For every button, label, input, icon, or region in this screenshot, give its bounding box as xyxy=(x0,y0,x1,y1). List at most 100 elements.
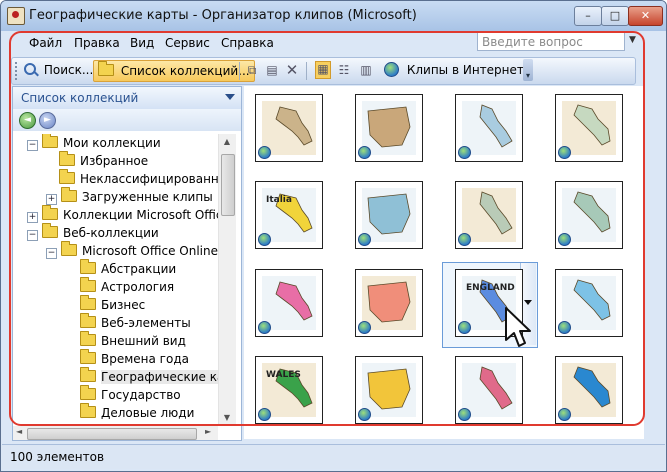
tree-item-label: Времена года xyxy=(101,352,189,366)
menu-file[interactable]: Файл xyxy=(29,36,62,50)
tree-item-label: Microsoft Office Online xyxy=(82,244,218,258)
map-clipart-icon xyxy=(362,101,416,155)
map-clipart-icon xyxy=(462,363,516,417)
close-button[interactable]: ✕ xyxy=(628,6,663,26)
thumbnails-view-icon[interactable]: ▦ xyxy=(315,61,331,79)
clip-thumbnail[interactable] xyxy=(355,269,423,337)
clip-thumbnail[interactable] xyxy=(455,181,523,249)
tree-item-label: Абстракции xyxy=(101,262,177,276)
map-clipart-icon xyxy=(262,101,316,155)
online-clip-globe-icon xyxy=(258,408,271,421)
collapse-icon[interactable]: − xyxy=(27,140,38,151)
expand-icon[interactable]: + xyxy=(27,212,38,223)
folder-icon xyxy=(42,223,58,238)
online-clip-globe-icon xyxy=(358,321,371,334)
map-clipart-icon xyxy=(362,276,416,330)
clip-thumbnail[interactable] xyxy=(555,269,623,337)
clip-thumbnail[interactable] xyxy=(455,356,523,424)
tree-item-label: Внешний вид xyxy=(101,334,186,348)
menu-edit[interactable]: Правка xyxy=(74,36,120,50)
tree-item[interactable]: Астрология xyxy=(80,277,175,296)
clip-thumbnail[interactable] xyxy=(355,181,423,249)
delete-icon[interactable]: ✕ xyxy=(285,63,299,78)
scroll-thumb[interactable] xyxy=(27,428,197,440)
collapse-icon[interactable]: − xyxy=(46,248,57,259)
tree-item[interactable]: Деловые люди xyxy=(80,403,194,422)
status-bar: 100 элементов xyxy=(2,444,665,469)
tree-item[interactable]: Бизнес xyxy=(80,295,145,314)
collection-list-button[interactable]: Список коллекций... xyxy=(93,60,255,82)
help-question-input[interactable]: Введите вопрос xyxy=(477,32,625,51)
tree-item[interactable]: Абстракции xyxy=(80,259,177,278)
window-title: Географические карты - Организатор клипо… xyxy=(29,8,417,23)
tree-item[interactable]: Неклассифицированны xyxy=(59,169,218,188)
tree-item-selected[interactable]: Географические кар xyxy=(80,367,218,386)
minimize-button[interactable]: – xyxy=(574,6,602,26)
tree-item[interactable]: + Коллекции Microsoft Office xyxy=(27,205,218,224)
tree-item[interactable]: Внешний вид xyxy=(80,331,186,350)
online-clip-globe-icon xyxy=(358,233,371,246)
tree-item-label: Астрология xyxy=(101,280,175,294)
search-button[interactable]: Поиск... xyxy=(24,60,93,80)
help-dropdown-icon[interactable]: ▼ xyxy=(629,35,636,45)
tree-horizontal-scrollbar[interactable]: ◄ ► xyxy=(13,426,218,440)
map-clipart-icon xyxy=(462,188,516,242)
scroll-left-icon[interactable]: ◄ xyxy=(16,427,22,436)
clip-thumbnail[interactable] xyxy=(255,269,323,337)
details-view-icon[interactable]: ▥ xyxy=(359,63,373,77)
tree-item[interactable]: Государство xyxy=(80,385,181,404)
maximize-button[interactable]: □ xyxy=(601,6,629,26)
scroll-up-icon[interactable]: ▲ xyxy=(221,135,233,149)
clip-thumbnail[interactable] xyxy=(355,356,423,424)
clip-thumbnail[interactable]: WALES xyxy=(255,356,323,424)
online-clip-globe-icon xyxy=(458,233,471,246)
scroll-down-icon[interactable]: ▼ xyxy=(221,411,233,425)
expand-icon[interactable]: + xyxy=(46,194,57,205)
toolbar-grip[interactable] xyxy=(15,62,20,80)
clip-thumbnail[interactable]: Italia xyxy=(255,181,323,249)
clip-thumbnail[interactable] xyxy=(555,356,623,424)
list-view-icon[interactable]: ☷ xyxy=(337,63,351,77)
online-clip-globe-icon xyxy=(358,146,371,159)
folder-icon xyxy=(80,349,96,364)
tree-item[interactable]: Времена года xyxy=(80,349,189,368)
tree-item[interactable]: − Веб-коллекции xyxy=(27,223,159,242)
online-clip-globe-icon xyxy=(558,408,571,421)
scroll-thumb[interactable] xyxy=(221,154,235,216)
paste-icon[interactable]: ▤ xyxy=(265,63,279,77)
folder-icon xyxy=(59,151,75,166)
online-clip-globe-icon xyxy=(458,408,471,421)
pane-menu-chevron-down-icon[interactable] xyxy=(225,94,235,100)
forward-icon[interactable]: ► xyxy=(39,112,56,129)
menu-view[interactable]: Вид xyxy=(130,36,154,50)
tree-item[interactable]: − Мои коллекции xyxy=(27,134,161,152)
copy-icon[interactable]: ⧉ xyxy=(245,63,259,77)
tree-item[interactable]: Избранное xyxy=(59,151,148,170)
clip-thumbnail[interactable] xyxy=(555,181,623,249)
map-clipart-icon: WALES xyxy=(262,363,316,417)
scroll-right-icon[interactable]: ► xyxy=(205,427,211,436)
clip-thumbnail[interactable] xyxy=(355,94,423,162)
tree-item-label: Коллекции Microsoft Office xyxy=(63,208,218,222)
tree-item[interactable]: + Загруженные клипы xyxy=(46,187,213,206)
menu-tools[interactable]: Сервис xyxy=(165,36,210,50)
toolbar-options-icon[interactable]: ▾ xyxy=(523,59,533,81)
clip-thumbnail[interactable] xyxy=(555,94,623,162)
folder-icon xyxy=(80,403,96,418)
clip-thumbnail[interactable] xyxy=(255,94,323,162)
map-clipart-icon xyxy=(362,363,416,417)
tree-item[interactable]: − Microsoft Office Online xyxy=(46,241,218,260)
tree-item[interactable]: Веб-элементы xyxy=(80,313,191,332)
folder-icon xyxy=(80,313,96,328)
clips-online-button[interactable]: Клипы в Интернете xyxy=(384,60,531,80)
collection-list-pane: Список коллекций ◄ ► − Мои коллекции Избр… xyxy=(12,86,242,441)
online-clip-globe-icon xyxy=(558,233,571,246)
folder-icon xyxy=(80,295,96,310)
clip-thumbnail[interactable] xyxy=(455,94,523,162)
pane-header[interactable]: Список коллекций xyxy=(13,87,241,109)
tree-vertical-scrollbar[interactable]: ▲ ▼ xyxy=(218,134,236,426)
collapse-icon[interactable]: − xyxy=(27,230,38,241)
tree-item-label: Веб-элементы xyxy=(101,316,191,330)
menu-help[interactable]: Справка xyxy=(221,36,274,50)
back-icon[interactable]: ◄ xyxy=(19,112,36,129)
